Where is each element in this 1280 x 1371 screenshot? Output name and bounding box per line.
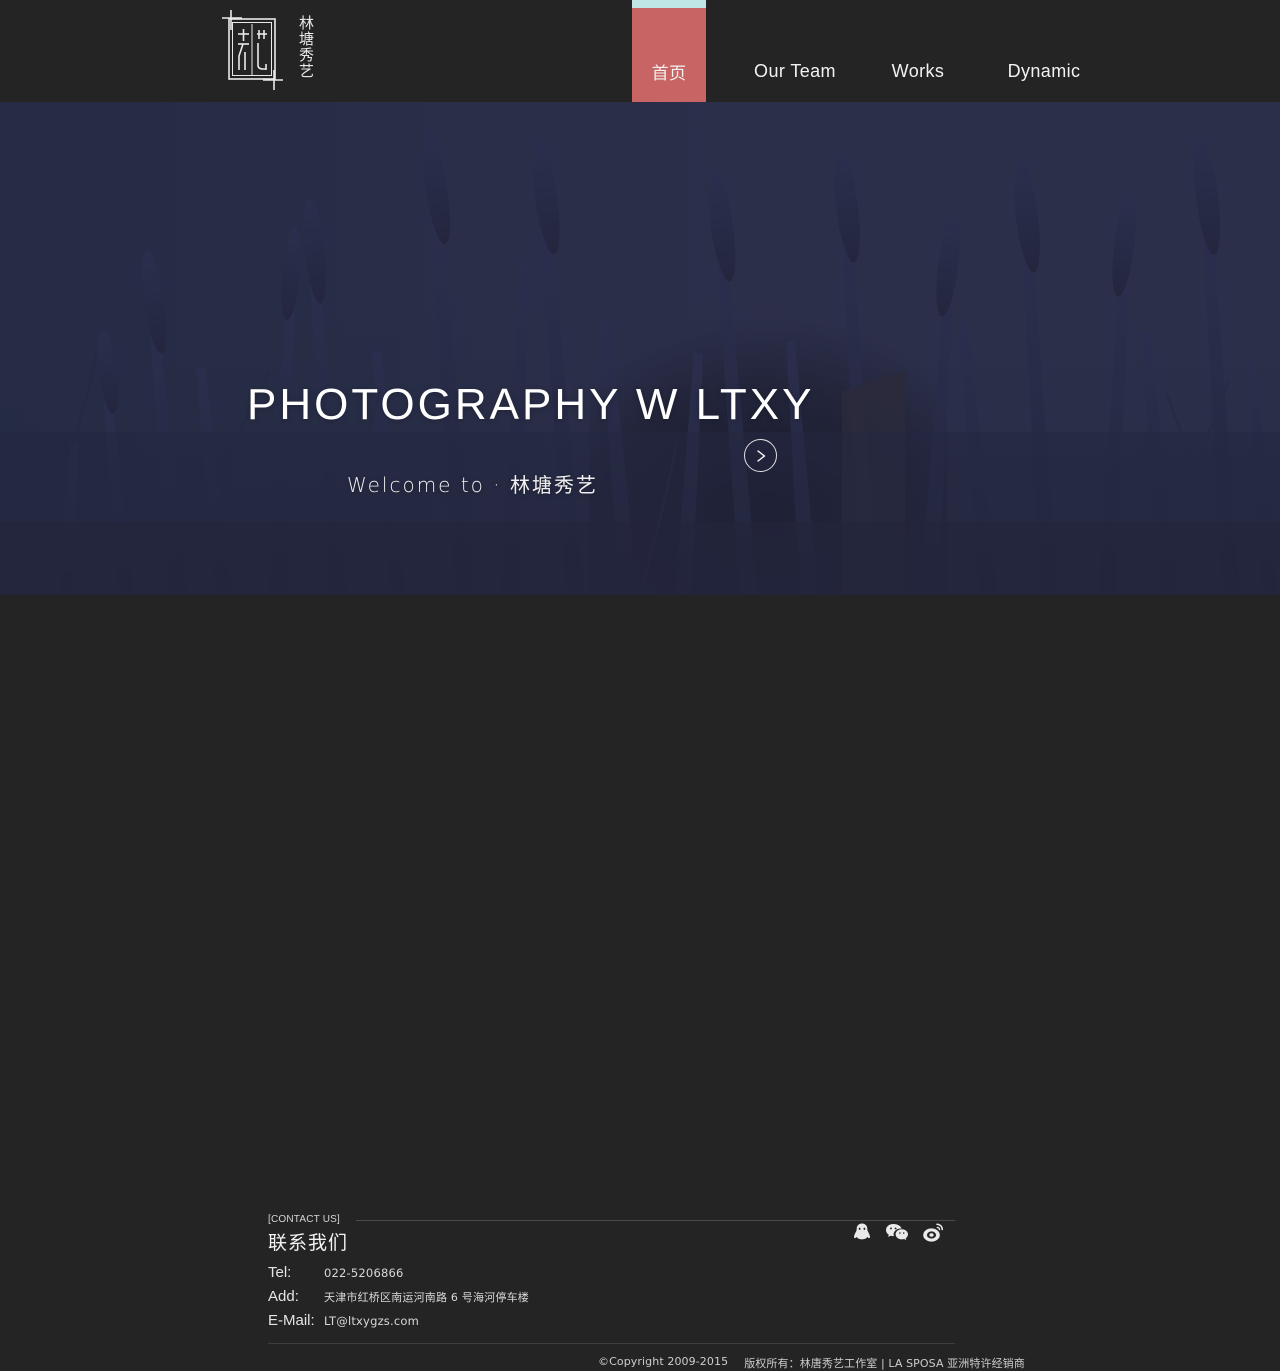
contact-label: E-Mail: [268, 1312, 315, 1329]
contact-value: LT@ltxygzs.com [324, 1314, 420, 1328]
hero-banner: PHOTOGRAPHY W LTXY Welcome to · 林塘秀艺 [0, 102, 1280, 595]
site-header: 林塘秀艺 首页 Our Team Works Dynamic [0, 0, 1280, 102]
nav-item-label: Our Team [754, 60, 836, 81]
nav-item-our-team[interactable]: Our Team [740, 0, 850, 102]
nav-item-works[interactable]: Works [876, 0, 960, 102]
contact-value: 天津市红桥区南运河南路 6 号海河停车楼 [324, 1291, 529, 1304]
rights-text: 版权所有：林唐秀艺工作室 | LA SPOSA 亚洲特许经销商 [744, 1357, 1025, 1370]
site-logo[interactable]: 林塘秀艺 [218, 8, 372, 92]
contact-heading-cn: 联系我们 [268, 1232, 349, 1254]
contact-label: Add: [268, 1288, 299, 1305]
nav-item-label: 首页 [651, 63, 687, 84]
nav-item-dynamic[interactable]: Dynamic [996, 0, 1092, 102]
hero-grass-silhouette [0, 102, 1280, 595]
contact-value: 022-5206866 [324, 1266, 404, 1280]
contact-heading-rule [356, 1220, 955, 1221]
weibo-icon[interactable] [922, 1222, 944, 1243]
contact-row-address: Add: 天津市红桥区南运河南路 6 号海河停车楼 [268, 1288, 529, 1305]
nav-item-home[interactable]: 首页 [632, 0, 706, 102]
footer-divider [268, 1343, 955, 1344]
nav-item-label: Dynamic [1007, 60, 1081, 81]
wechat-icon[interactable] [885, 1223, 909, 1242]
contact-row-tel: Tel: 022-5206866 [268, 1264, 529, 1281]
seal-frame-logo-icon [218, 8, 290, 92]
copyright-bar: ©Copyright 2009-2015 版权所有：林唐秀艺工作室 | LA S… [598, 1355, 1025, 1371]
qq-icon[interactable] [852, 1222, 872, 1243]
social-links [852, 1222, 944, 1243]
copyright-text: ©Copyright 2009-2015 [598, 1355, 729, 1368]
nav-item-label: Works [891, 60, 945, 81]
nav-active-accent-bar [632, 0, 706, 8]
hero-next-button[interactable] [744, 439, 777, 472]
site-footer: [CONTACT US] 联系我们 Tel: 022-5206866 Add: … [0, 595, 1280, 1370]
contact-details: Tel: 022-5206866 Add: 天津市红桥区南运河南路 6 号海河停… [268, 1264, 529, 1336]
contact-row-email: E-Mail: LT@ltxygzs.com [268, 1312, 529, 1329]
chevron-right-icon [755, 449, 767, 463]
contact-heading-en: [CONTACT US] [268, 1214, 341, 1225]
contact-heading: [CONTACT US] 联系我们 [268, 1214, 348, 1255]
logo-text: 林塘秀艺 [297, 15, 315, 79]
contact-label: Tel: [268, 1264, 292, 1281]
